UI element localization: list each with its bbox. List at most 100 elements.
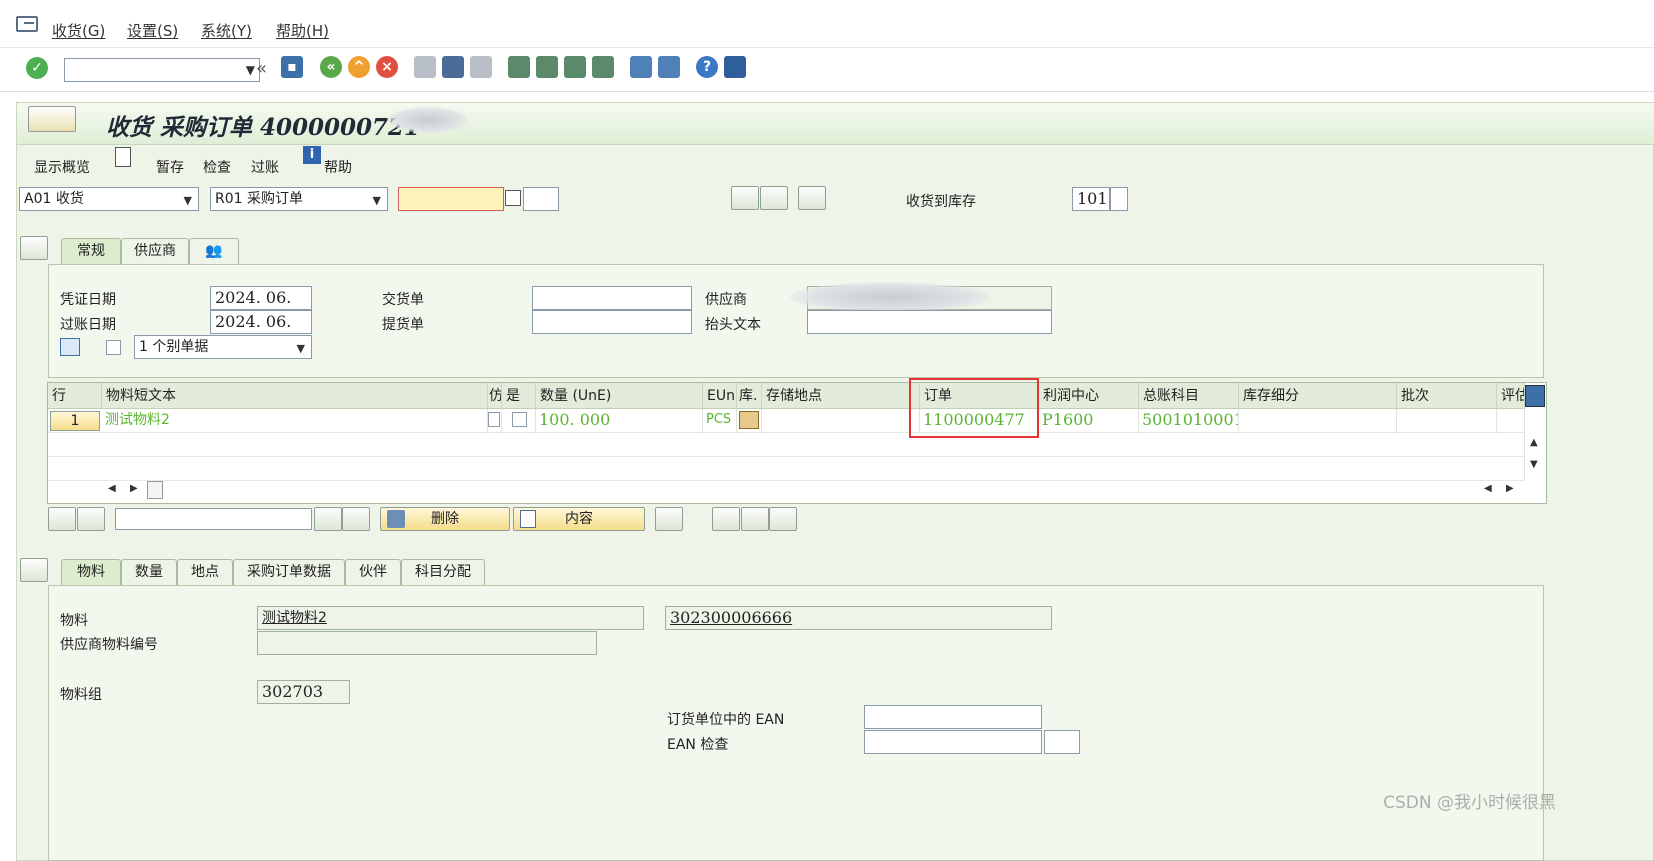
- new-document-icon[interactable]: [115, 147, 131, 167]
- check-button[interactable]: 检查: [203, 157, 231, 177]
- collapse-icon[interactable]: «: [256, 58, 267, 79]
- action-dropdown[interactable]: A01 收货 ▼: [19, 187, 199, 211]
- menu-system[interactable]: 系统(Y): [201, 20, 252, 41]
- col-gl-account[interactable]: 总账科目: [1139, 383, 1239, 409]
- last-page-icon[interactable]: [592, 56, 614, 78]
- row-selector[interactable]: 1: [50, 411, 100, 431]
- ean-order-unit-input[interactable]: [864, 705, 1042, 729]
- contents-button[interactable]: 内容: [513, 507, 645, 531]
- find-icon[interactable]: [314, 507, 342, 531]
- save-icon[interactable]: ▪: [281, 56, 303, 78]
- back-icon[interactable]: «: [320, 56, 342, 78]
- col-material-text[interactable]: 物料短文本: [102, 383, 488, 409]
- expand-detail-icon[interactable]: [20, 558, 48, 582]
- cell-profit-center[interactable]: P1600: [1039, 409, 1139, 433]
- execute-icon[interactable]: [731, 186, 759, 210]
- indicator-checkbox[interactable]: [488, 412, 500, 427]
- col-storage-location[interactable]: 存储地点: [762, 383, 920, 409]
- cell-batch[interactable]: [1397, 409, 1497, 433]
- find-next-icon[interactable]: [470, 56, 492, 78]
- tab-account-assignment[interactable]: 科目分配: [401, 559, 485, 585]
- info-icon[interactable]: i: [303, 146, 321, 164]
- po-number-input[interactable]: [398, 187, 504, 211]
- next-page-icon[interactable]: [564, 56, 586, 78]
- delete-button[interactable]: 删除: [380, 507, 510, 531]
- po-item-input[interactable]: [523, 187, 559, 211]
- ean-check-input[interactable]: [864, 730, 1042, 754]
- cancel-icon[interactable]: ×: [376, 56, 398, 78]
- add-item-icon[interactable]: [741, 507, 769, 531]
- menu-goods-receipt[interactable]: 收货(G): [52, 20, 105, 41]
- expand-icon[interactable]: [655, 507, 683, 531]
- item-ok-checkbox[interactable]: [512, 412, 527, 427]
- deselect-all-icon[interactable]: [77, 507, 105, 531]
- tab-general[interactable]: 常规: [61, 238, 121, 264]
- horizontal-scrollbar-thumb[interactable]: [147, 481, 163, 499]
- show-overview-button[interactable]: 显示概览: [34, 157, 90, 177]
- transfer-icon[interactable]: [769, 507, 797, 531]
- reference-dropdown[interactable]: R01 采购订单 ▼: [210, 187, 388, 211]
- tab-partners[interactable]: 👥: [189, 238, 239, 264]
- col-indicator[interactable]: 仿: [488, 383, 502, 409]
- cell-unit[interactable]: PCS: [703, 409, 737, 433]
- column-settings-icon[interactable]: [1525, 385, 1545, 407]
- col-unit[interactable]: EUn: [703, 383, 737, 409]
- exit-icon[interactable]: [16, 16, 38, 32]
- grid-search-input[interactable]: [115, 508, 312, 530]
- binoculars-icon[interactable]: [760, 186, 788, 210]
- transaction-icon[interactable]: [28, 106, 76, 132]
- doc-date-input[interactable]: 2024. 06. 15: [210, 286, 312, 329]
- tab-quantity[interactable]: 数量: [121, 559, 177, 585]
- cell-quantity[interactable]: 100. 000: [536, 409, 703, 433]
- tab-po-data[interactable]: 采购订单数据: [233, 559, 345, 585]
- delivery-note-input[interactable]: [532, 286, 692, 310]
- print-checkbox[interactable]: [106, 340, 121, 355]
- print-version-dropdown[interactable]: 1 个别单据 ▼: [134, 335, 312, 359]
- bill-of-lading-input[interactable]: [532, 310, 692, 334]
- exit-transaction-icon[interactable]: ^: [348, 56, 370, 78]
- scroll-left-icon[interactable]: ◀: [108, 483, 116, 494]
- expand-header-icon[interactable]: [20, 236, 48, 260]
- scroll-left-end-icon[interactable]: ◀: [1484, 483, 1492, 494]
- first-page-icon[interactable]: [508, 56, 530, 78]
- col-ok[interactable]: 是: [502, 383, 536, 409]
- cell-storage-location[interactable]: [762, 409, 920, 433]
- scroll-right-end-icon[interactable]: ▶: [1506, 483, 1514, 494]
- menu-help[interactable]: 帮助(H): [276, 20, 329, 41]
- shortcut-icon[interactable]: [658, 56, 680, 78]
- scroll-right-icon[interactable]: ▶: [130, 483, 138, 494]
- help-icon[interactable]: ?: [696, 56, 718, 78]
- cell-stock-segment[interactable]: [1239, 409, 1397, 433]
- select-all-icon[interactable]: [48, 507, 76, 531]
- print-icon[interactable]: [414, 56, 436, 78]
- post-date-input[interactable]: 2024. 06. 15: [210, 310, 312, 353]
- col-batch[interactable]: 批次: [1397, 383, 1497, 409]
- new-session-icon[interactable]: [630, 56, 652, 78]
- col-stock-type[interactable]: 库.: [737, 383, 762, 409]
- movement-type-input[interactable]: 101: [1072, 187, 1110, 211]
- copy-icon[interactable]: [505, 190, 521, 206]
- help-button[interactable]: 帮助: [324, 157, 352, 177]
- post-button[interactable]: 过账: [251, 157, 279, 177]
- tab-location[interactable]: 地点: [177, 559, 233, 585]
- hold-button[interactable]: 暂存: [156, 157, 184, 177]
- layout-icon[interactable]: [724, 56, 746, 78]
- movement-type-extra[interactable]: [1110, 187, 1128, 211]
- cell-gl-account[interactable]: 5001010001: [1139, 409, 1239, 433]
- tab-vendor[interactable]: 供应商: [121, 238, 189, 264]
- command-field[interactable]: ▼: [64, 58, 260, 82]
- cell-valuation[interactable]: [1497, 409, 1525, 433]
- find-next-icon[interactable]: [342, 507, 370, 531]
- previous-page-icon[interactable]: [536, 56, 558, 78]
- header-text-input[interactable]: [807, 310, 1052, 334]
- col-profit-center[interactable]: 利润中心: [1039, 383, 1139, 409]
- menu-settings[interactable]: 设置(S): [127, 20, 178, 41]
- chevron-down-icon[interactable]: ▼: [246, 63, 255, 77]
- col-valuation[interactable]: 评估: [1497, 383, 1525, 409]
- col-quantity[interactable]: 数量 (UnE): [536, 383, 703, 409]
- scroll-up-icon[interactable]: ▲: [1530, 437, 1538, 448]
- col-line[interactable]: 行: [48, 383, 102, 409]
- ean-check-extra-input[interactable]: [1044, 730, 1080, 754]
- stock-type-icon[interactable]: [739, 411, 759, 429]
- grid-icon[interactable]: [798, 186, 826, 210]
